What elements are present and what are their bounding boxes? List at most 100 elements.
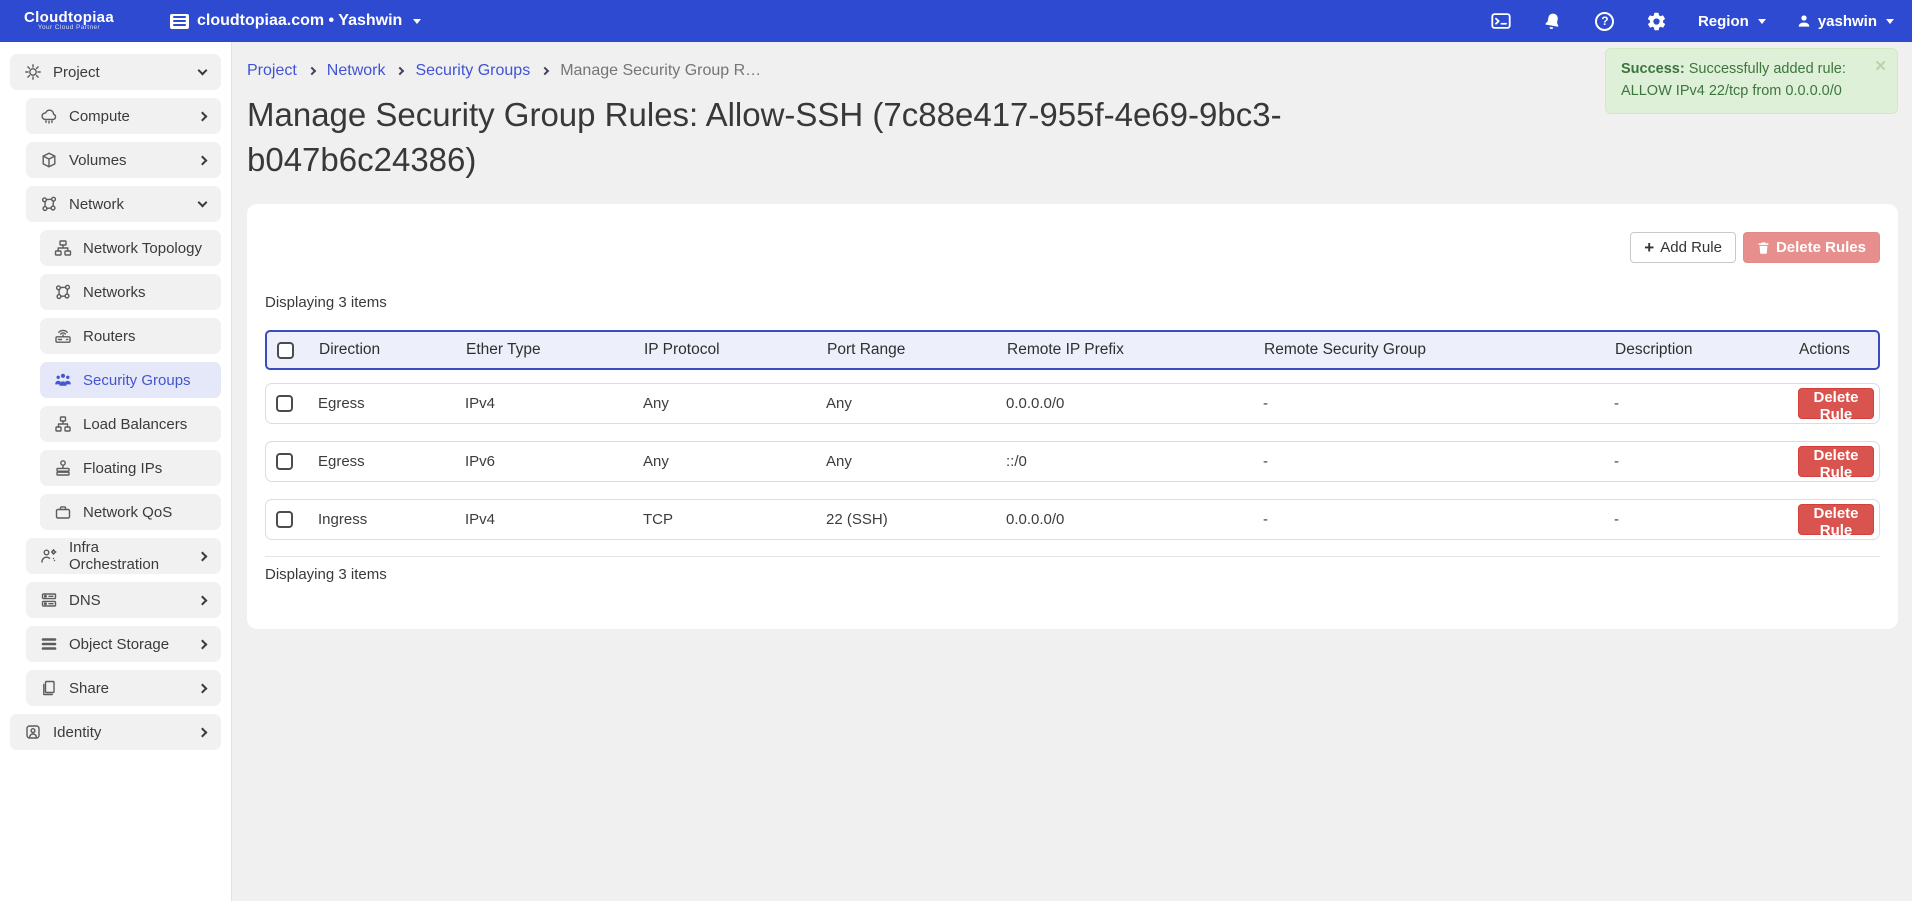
breadcrumb-security-groups[interactable]: Security Groups — [415, 62, 530, 80]
success-toast: Success: Successfully added rule: ALLOW … — [1605, 48, 1898, 114]
row-checkbox[interactable] — [276, 511, 293, 528]
breadcrumb-current: Manage Security Group R… — [560, 62, 761, 80]
breadcrumb-project[interactable]: Project — [247, 62, 297, 80]
delete-rule-button[interactable]: Delete Rule — [1798, 446, 1874, 477]
plus-icon: + — [1644, 239, 1654, 256]
cell-remote-ip-prefix: ::/0 — [1006, 453, 1263, 470]
cell-direction: Ingress — [318, 511, 465, 528]
chevron-right-icon — [541, 67, 549, 75]
sidebar-item-label: Infra Orchestration — [69, 539, 189, 573]
ip-stack-icon — [53, 459, 73, 477]
chevron-right-icon — [396, 67, 404, 75]
sidebar-item-identity[interactable]: Identity — [10, 714, 221, 750]
sidebar-item-networks[interactable]: Networks — [40, 274, 221, 310]
items-count-bottom: Displaying 3 items — [265, 566, 1880, 583]
sidebar-item-load-balancers[interactable]: Load Balancers — [40, 406, 221, 442]
cell-port-range: Any — [826, 395, 1006, 412]
sidebar-item-dns[interactable]: DNS — [26, 582, 221, 618]
table-footer-divider — [265, 556, 1880, 557]
close-icon[interactable]: ✕ — [1874, 56, 1887, 79]
sidebar-item-volumes[interactable]: Volumes — [26, 142, 221, 178]
column-header: Actions — [1799, 341, 1878, 359]
sidebar-item-label: Identity — [53, 724, 101, 741]
table-row: Egress IPv4 Any Any 0.0.0.0/0 - - Delete… — [265, 383, 1880, 424]
project-context-switcher[interactable]: cloudtopiaa.com • Yashwin — [170, 12, 421, 30]
cell-direction: Egress — [318, 395, 465, 412]
caret-down-icon — [1758, 19, 1766, 24]
cell-remote-security-group: - — [1263, 453, 1614, 470]
sidebar-item-label: Share — [69, 680, 109, 697]
sidebar-item-network-qos[interactable]: Network QoS — [40, 494, 221, 530]
column-header: Direction — [319, 341, 466, 359]
cell-remote-ip-prefix: 0.0.0.0/0 — [1006, 395, 1263, 412]
toolbar: + Add Rule Delete Rules — [265, 232, 1880, 263]
cell-port-range: 22 (SSH) — [826, 511, 1006, 528]
sidebar-item-network-topology[interactable]: Network Topology — [40, 230, 221, 266]
context-label: cloudtopiaa.com • Yashwin — [197, 12, 402, 30]
column-header: Ether Type — [466, 341, 644, 359]
cube-icon — [39, 151, 59, 169]
people-shield-icon — [53, 371, 73, 389]
breadcrumb-network[interactable]: Network — [327, 62, 386, 80]
column-header: Remote Security Group — [1264, 341, 1615, 359]
notifications-bell-icon[interactable] — [1542, 10, 1564, 32]
chevron-right-icon — [199, 641, 208, 648]
delete-rules-button[interactable]: Delete Rules — [1743, 232, 1880, 263]
chevron-down-icon — [199, 202, 208, 206]
region-menu[interactable]: Region — [1698, 13, 1766, 30]
sidebar-item-label: Network QoS — [83, 504, 172, 521]
sidebar-item-compute[interactable]: Compute — [26, 98, 221, 134]
chevron-right-icon — [199, 157, 208, 164]
chevron-right-icon — [199, 113, 208, 120]
sitemap-icon — [53, 239, 73, 257]
delete-rule-button[interactable]: Delete Rule — [1798, 504, 1874, 535]
sidebar-item-floating-ips[interactable]: Floating IPs — [40, 450, 221, 486]
region-label: Region — [1698, 13, 1749, 30]
toast-detail: ALLOW IPv4 22/tcp from 0.0.0.0/0 — [1621, 81, 1867, 103]
chevron-right-icon — [199, 553, 208, 560]
sidebar-item-share[interactable]: Share — [26, 670, 221, 706]
sidebar-item-security-groups[interactable]: Security Groups — [40, 362, 221, 398]
sidebar-item-infra-orchestration[interactable]: Infra Orchestration — [26, 538, 221, 574]
row-checkbox[interactable] — [276, 395, 293, 412]
sidebar-item-network[interactable]: Network — [26, 186, 221, 222]
chevron-right-icon — [199, 597, 208, 604]
user-icon — [1796, 13, 1812, 29]
sidebar-item-object-storage[interactable]: Object Storage — [26, 626, 221, 662]
cell-ether-type: IPv6 — [465, 453, 643, 470]
table-header-row: Direction Ether Type IP Protocol Port Ra… — [265, 330, 1880, 370]
chevron-right-icon — [308, 67, 316, 75]
cell-remote-ip-prefix: 0.0.0.0/0 — [1006, 511, 1263, 528]
sidebar-item-label: Floating IPs — [83, 460, 162, 477]
user-menu[interactable]: yashwin — [1796, 13, 1894, 30]
settings-gear-icon[interactable] — [1646, 10, 1668, 32]
main-content: Success: Successfully added rule: ALLOW … — [233, 42, 1912, 901]
row-checkbox[interactable] — [276, 453, 293, 470]
toast-message: Successfully added rule: — [1689, 61, 1846, 77]
cell-ether-type: IPv4 — [465, 395, 643, 412]
chevron-right-icon — [199, 685, 208, 692]
select-all-checkbox[interactable] — [277, 342, 294, 359]
cell-description: - — [1614, 395, 1798, 412]
briefcase-icon — [53, 503, 73, 521]
username-label: yashwin — [1818, 13, 1877, 30]
brand-logo[interactable]: Cloudtopiaa Your Cloud Partner — [24, 10, 114, 33]
sidebar-item-label: Compute — [69, 108, 130, 125]
caret-down-icon — [1886, 19, 1894, 24]
sidebar-item-project[interactable]: Project — [10, 54, 221, 90]
add-rule-button[interactable]: + Add Rule — [1630, 232, 1736, 263]
table-row: Egress IPv6 Any Any ::/0 - - Delete Rule — [265, 441, 1880, 482]
delete-rule-button[interactable]: Delete Rule — [1798, 388, 1874, 419]
help-icon[interactable]: ? — [1594, 10, 1616, 32]
bars-icon — [39, 635, 59, 653]
table-row: Ingress IPv4 TCP 22 (SSH) 0.0.0.0/0 - - … — [265, 499, 1880, 540]
sidebar-item-routers[interactable]: Routers — [40, 318, 221, 354]
sidebar-item-label: Networks — [83, 284, 146, 301]
items-count-top: Displaying 3 items — [265, 294, 1880, 311]
column-header: IP Protocol — [644, 341, 827, 359]
cell-ether-type: IPv4 — [465, 511, 643, 528]
console-icon[interactable] — [1490, 10, 1512, 32]
network-nodes-icon — [53, 283, 73, 301]
sidebar-item-label: Project — [53, 64, 100, 81]
sidebar-item-label: Routers — [83, 328, 136, 345]
